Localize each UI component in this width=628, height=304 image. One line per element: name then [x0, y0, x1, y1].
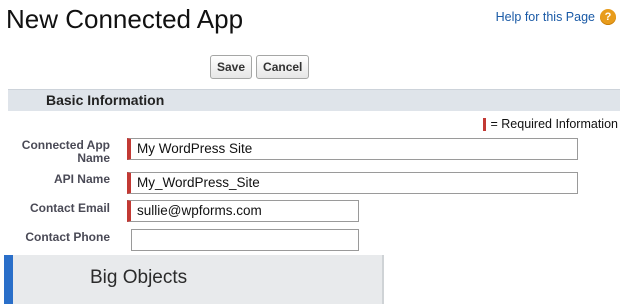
api-name-field[interactable]: My_WordPress_Site — [127, 172, 578, 194]
save-button[interactable]: Save — [210, 55, 253, 79]
nav-active-indicator — [4, 255, 13, 304]
nav-item-big-objects[interactable]: Big Objects — [4, 255, 384, 304]
nav-item-label: Big Objects — [90, 267, 188, 288]
required-legend-text: = Required Information — [490, 117, 618, 131]
cancel-button[interactable]: Cancel — [256, 55, 310, 79]
required-marker-icon — [483, 117, 487, 131]
connected-app-name-field[interactable]: My WordPress Site — [127, 138, 578, 160]
contact-email-label: Contact Email — [29, 201, 110, 215]
required-legend: = Required Information — [483, 117, 618, 131]
help-link-label[interactable]: Help for this Page — [496, 10, 595, 24]
page-title: New Connected App — [6, 4, 244, 34]
help-icon[interactable]: ? — [600, 9, 616, 25]
contact-email-field[interactable]: sullie@wpforms.com — [127, 200, 359, 222]
connected-app-name-label: Connected App Name — [21, 138, 110, 165]
button-row: Save Cancel — [210, 55, 310, 79]
contact-phone-field[interactable] — [131, 229, 359, 251]
contact-phone-label: Contact Phone — [25, 230, 110, 244]
help-link[interactable]: Help for this Page ? — [496, 9, 616, 25]
section-header: Basic Information — [8, 89, 620, 111]
api-name-label: API Name — [53, 172, 110, 186]
section-title: Basic Information — [46, 92, 165, 108]
